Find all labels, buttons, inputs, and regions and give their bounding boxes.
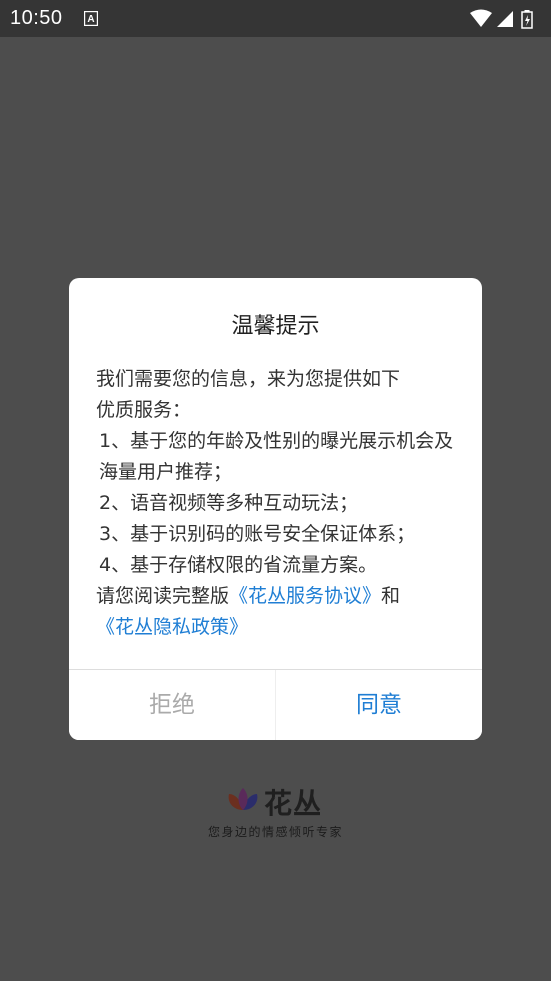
dialog-item-1: 1、基于您的年龄及性别的曝光展示机会及海量用户推荐； — [99, 430, 454, 483]
dialog-item-4: 4、基于存储权限的省流量方案。 — [99, 554, 378, 576]
dialog-outro-prefix: 请您阅读完整版 — [96, 585, 230, 607]
splash-brand: 花丛 — [264, 787, 323, 820]
privacy-policy-link[interactable]: 《花丛隐私政策》 — [96, 616, 248, 638]
dialog-outro: 请您阅读完整版《花丛服务协议》和 — [96, 581, 461, 612]
system-status-icons — [470, 9, 533, 29]
dialog-body: 我们需要您的信息，来为您提供如下 优质服务： 1、基于您的年龄及性别的曝光展示机… — [96, 364, 461, 643]
splash-tagline: 您身边的情感倾听专家 — [207, 825, 343, 839]
wifi-icon — [470, 9, 492, 27]
dialog-outro-and: 和 — [381, 585, 401, 607]
status-bar: 10:50 A — [0, 0, 551, 37]
service-agreement-link[interactable]: 《花丛服务协议》 — [229, 585, 381, 607]
battery-icon — [521, 10, 533, 29]
signal-icon — [497, 11, 513, 27]
status-time: 10:50 — [10, 7, 63, 29]
screen: 10:50 A 花丛 您身边的情感倾听专家 温馨提示 我们需要您的信息，来为您提… — [0, 0, 551, 981]
dialog-item-3: 3、基于识别码的账号安全保证体系； — [99, 523, 416, 545]
dialog-outro-line2: 《花丛隐私政策》 — [96, 612, 461, 643]
svg-text:A: A — [87, 14, 94, 25]
dialog-title: 温馨提示 — [231, 314, 320, 339]
privacy-dialog: 温馨提示 我们需要您的信息，来为您提供如下 优质服务： 1、基于您的年龄及性别的… — [69, 278, 482, 740]
dialog-item-2: 2、语音视频等多种互动玩法； — [99, 492, 359, 514]
reject-button[interactable]: 拒绝 — [69, 670, 275, 740]
dialog-intro-line1: 我们需要您的信息，来为您提供如下 — [96, 368, 401, 390]
dialog-intro-line2: 优质服务： — [96, 399, 192, 421]
flower-logo-icon — [228, 788, 258, 810]
a-keyboard-icon: A — [84, 11, 98, 26]
agree-button[interactable]: 同意 — [276, 670, 482, 740]
